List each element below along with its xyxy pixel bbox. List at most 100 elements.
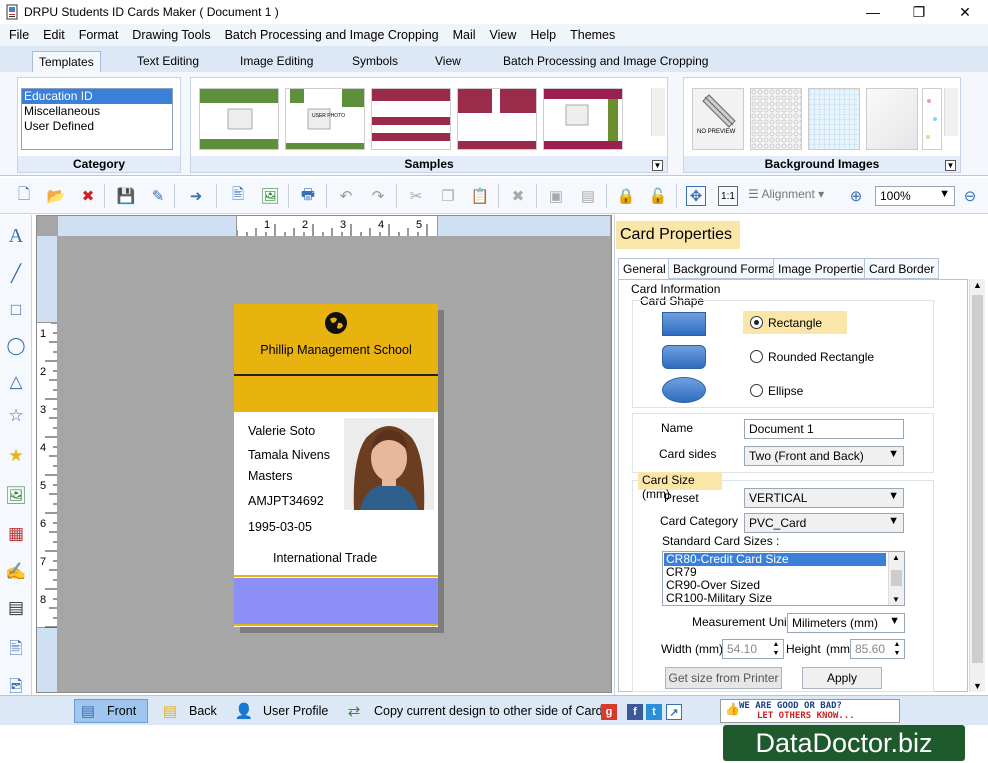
share-icon[interactable]: ↗ (666, 704, 682, 720)
image-tool-icon[interactable]: 🖼 (5, 485, 27, 507)
triangle-tool-icon[interactable]: △ (5, 371, 27, 393)
maximize-button[interactable]: ❐ (896, 0, 942, 24)
menu-help[interactable]: Help (523, 28, 563, 42)
menu-batch-processing[interactable]: Batch Processing and Image Cropping (218, 28, 446, 42)
school-name[interactable]: Phillip Management School (234, 343, 438, 357)
properties-scrollbar[interactable]: ▲ ▼ (969, 279, 985, 692)
background-thumb-4[interactable] (866, 88, 918, 150)
ellipse-tool-icon[interactable]: ◯ (5, 335, 27, 357)
card-name-input[interactable]: Document 1 (744, 419, 904, 439)
tab-symbols[interactable]: Symbols (346, 51, 404, 72)
undo-icon[interactable]: ↶ (336, 186, 356, 206)
tab-templates[interactable]: Templates (32, 51, 101, 72)
background-thumb-none[interactable]: NO PREVIEW (692, 88, 744, 150)
save-icon[interactable]: 💾 (116, 186, 136, 206)
sample-thumb-2[interactable]: USER PHOTO (285, 88, 365, 150)
samples-scrollbar[interactable] (651, 88, 665, 136)
id-card-front[interactable]: Phillip Management School Valerie Soto T… (234, 304, 438, 627)
department[interactable]: International Trade (273, 551, 377, 565)
rectangle-shape-icon[interactable] (662, 312, 706, 336)
feedback-banner[interactable]: 👍 WE ARE GOOD OR BAD? LET OTHERS KNOW... (720, 699, 900, 723)
category-list[interactable]: Education ID Miscellaneous User Defined (21, 88, 173, 150)
rectangle-radio[interactable] (750, 316, 763, 329)
properties-scrollbar-thumb[interactable] (972, 295, 983, 663)
background-expand-icon[interactable]: ▼ (945, 160, 956, 171)
standard-sizes-scrollbar[interactable]: ▲ ▼ (888, 552, 904, 605)
alignment-dropdown[interactable]: ☰ Alignment ▾ (748, 187, 824, 201)
user-profile-button[interactable]: 👤 User Profile (231, 699, 329, 723)
background-thumb-2[interactable] (750, 88, 802, 150)
zoom-combo[interactable]: 100% ▼ (875, 186, 955, 206)
rounded-rectangle-radio[interactable] (750, 350, 763, 363)
tab-image-properties[interactable]: Image Properties (773, 258, 875, 279)
category-item-miscellaneous[interactable]: Miscellaneous (22, 104, 172, 119)
card-category-select[interactable]: PVC_Card ▼ (744, 513, 904, 533)
background-thumb-3[interactable] (808, 88, 860, 150)
text-tool-icon[interactable]: A (5, 225, 27, 247)
parent-name[interactable]: Tamala Nivens (248, 448, 330, 462)
preset-select[interactable]: VERTICAL ▼ (744, 488, 904, 508)
background-thumb-5[interactable] (922, 88, 942, 150)
student-id[interactable]: AMJPT34692 (248, 494, 324, 508)
menu-drawing-tools[interactable]: Drawing Tools (125, 28, 217, 42)
image-icon[interactable]: 🖼 (260, 186, 280, 206)
zoom-in-icon[interactable]: ⊕ (846, 186, 866, 206)
scroll-down-icon[interactable]: ▼ (892, 595, 900, 604)
course-name[interactable]: Masters (248, 469, 292, 483)
get-size-from-printer-button[interactable]: Get size from Printer (665, 667, 782, 689)
unlock-icon[interactable]: 🔓 (648, 186, 668, 206)
menu-mail[interactable]: Mail (446, 28, 483, 42)
sample-thumb-3[interactable] (371, 88, 451, 150)
actual-size-icon[interactable]: 1:1 (718, 186, 738, 206)
samples-expand-icon[interactable]: ▼ (652, 160, 663, 171)
standard-size-item[interactable]: CR80-Credit Card Size (664, 553, 886, 566)
category-item-education[interactable]: Education ID (22, 89, 172, 104)
tab-view[interactable]: View (429, 51, 467, 72)
sample-thumb-5[interactable] (543, 88, 623, 150)
save-as-icon[interactable]: ✎ (148, 186, 168, 206)
redo-icon[interactable]: ↷ (368, 186, 388, 206)
height-spinner[interactable]: ▲ ▼ (890, 640, 904, 658)
menu-file[interactable]: File (0, 28, 36, 42)
fit-to-window-icon[interactable]: ✥ (686, 186, 706, 206)
menu-format[interactable]: Format (72, 28, 126, 42)
twitter-icon[interactable]: t (646, 704, 662, 720)
card-sides-select[interactable]: Two (Front and Back) ▼ (744, 446, 904, 466)
rectangle-tool-icon[interactable]: □ (5, 299, 27, 321)
library-tool-icon[interactable]: ▦ (5, 523, 27, 545)
standard-sizes-list[interactable]: CR80-Credit Card Size CR79 CR90-Over Siz… (662, 551, 905, 606)
standard-sizes-scroll-thumb[interactable] (891, 570, 902, 586)
tab-batch-processing[interactable]: Batch Processing and Image Cropping (497, 51, 714, 72)
symbol-tool-icon[interactable]: ★ (5, 445, 27, 467)
open-icon[interactable]: 📂 (46, 186, 66, 206)
menu-themes[interactable]: Themes (563, 28, 622, 42)
sample-thumb-1[interactable] (199, 88, 279, 150)
google-plus-icon[interactable]: g (601, 704, 617, 720)
minimize-button[interactable]: — (850, 0, 896, 24)
properties-icon[interactable]: 🖹 (228, 186, 248, 206)
bring-front-icon[interactable]: ▣ (546, 186, 566, 206)
tab-text-editing[interactable]: Text Editing (131, 51, 205, 72)
front-button[interactable]: ▤ Front (74, 699, 148, 723)
category-item-user-defined[interactable]: User Defined (22, 119, 172, 134)
date-of-birth[interactable]: 1995-03-05 (248, 520, 312, 534)
cut-icon[interactable]: ✂ (406, 186, 426, 206)
tab-background-format[interactable]: Background Format (668, 258, 784, 279)
zoom-out-icon[interactable]: ⊖ (960, 186, 980, 206)
line-tool-icon[interactable]: ╱ (5, 263, 27, 285)
watermark-tool-icon[interactable]: 🖹 (5, 639, 27, 661)
paste-icon[interactable]: 📋 (470, 186, 490, 206)
tab-card-border[interactable]: Card Border (864, 258, 940, 279)
standard-size-item[interactable]: CR100-Military Size (664, 592, 772, 605)
student-name[interactable]: Valerie Soto (248, 424, 315, 438)
facebook-icon[interactable]: f (627, 704, 643, 720)
scroll-up-icon[interactable]: ▲ (892, 553, 900, 562)
tab-general[interactable]: General (618, 258, 671, 279)
print-icon[interactable]: 🖶 (298, 186, 318, 206)
tab-image-editing[interactable]: Image Editing (234, 51, 319, 72)
sample-thumb-4[interactable] (457, 88, 537, 150)
measurement-unit-select[interactable]: Milimeters (mm) ▼ (787, 613, 905, 633)
new-icon[interactable]: 🗋 (14, 186, 34, 206)
lock-icon[interactable]: 🔒 (616, 186, 636, 206)
background-scrollbar[interactable] (944, 88, 958, 136)
